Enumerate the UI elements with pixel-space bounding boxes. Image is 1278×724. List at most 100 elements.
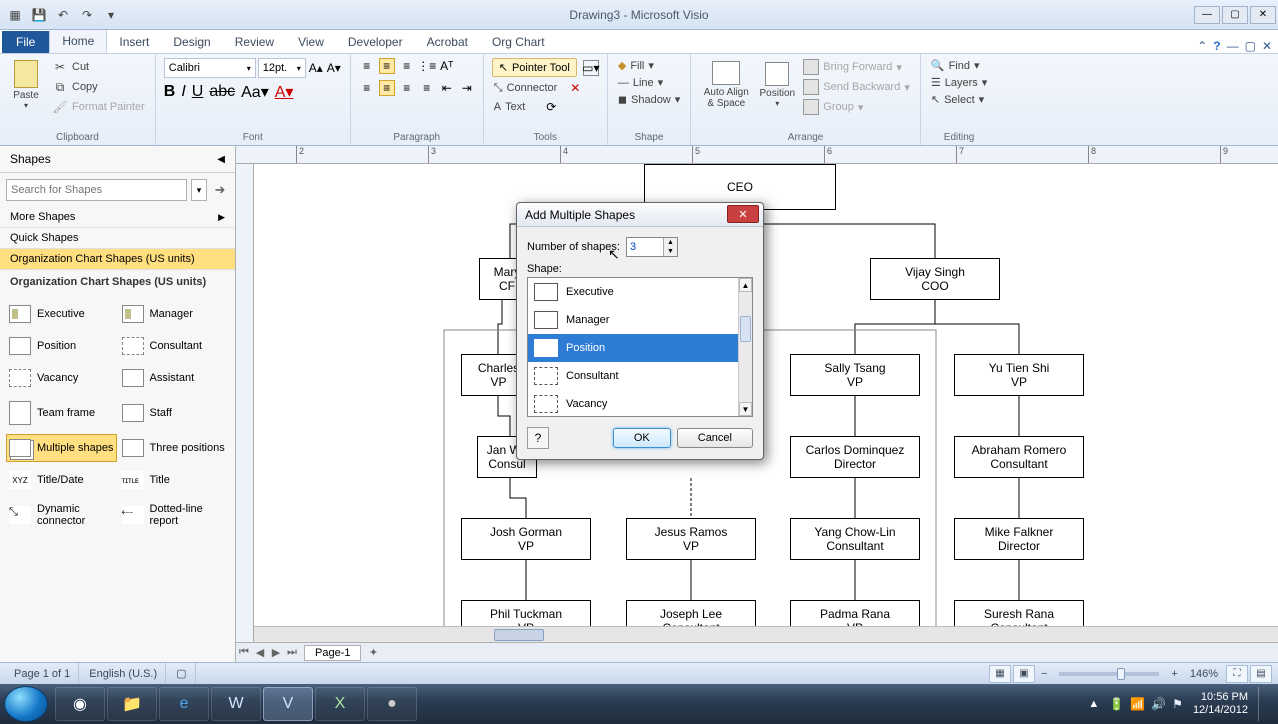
help-icon[interactable]: ? xyxy=(1213,39,1220,53)
file-tab[interactable]: File xyxy=(2,31,49,53)
minimize-button[interactable]: — xyxy=(1194,6,1220,24)
search-dropdown-icon[interactable]: ▾ xyxy=(191,179,207,201)
show-desktop-button[interactable] xyxy=(1258,687,1266,721)
text-tool-button[interactable]: AText xyxy=(492,100,528,114)
shape-option-manager[interactable]: Manager xyxy=(528,306,752,334)
task-explorer-icon[interactable]: 📁 xyxy=(107,687,157,721)
shape-position[interactable]: Position xyxy=(6,332,117,360)
page-tab-1[interactable]: Page-1 xyxy=(304,645,361,661)
align-middle-icon[interactable]: ≡ xyxy=(379,58,395,74)
tab-insert[interactable]: Insert xyxy=(107,31,161,53)
align-bottom-icon[interactable]: ≡ xyxy=(399,58,415,74)
rectangle-tool-icon[interactable]: ▭▾ xyxy=(583,60,599,76)
clock[interactable]: 10:56 PM 12/14/2012 xyxy=(1193,691,1248,717)
shape-option-executive[interactable]: Executive xyxy=(528,278,752,306)
number-of-shapes-spinner[interactable]: ▲▼ xyxy=(626,237,678,257)
shape-three-positions[interactable]: Three positions xyxy=(119,434,230,462)
new-page-icon[interactable]: ✦ xyxy=(365,646,381,659)
shape-vacancy[interactable]: Vacancy xyxy=(6,364,117,392)
tab-home[interactable]: Home xyxy=(49,29,107,53)
drawing-canvas[interactable]: CEO MaryCF Vijay SinghCOO CharlesVP Sall… xyxy=(254,164,1278,642)
format-painter-button[interactable]: 🖌Format Painter xyxy=(50,98,147,116)
save-icon[interactable]: 💾 xyxy=(28,4,50,26)
paste-button[interactable]: Paste ▾ xyxy=(8,58,44,112)
underline-button[interactable]: U xyxy=(192,83,204,101)
layers-button[interactable]: ☰Layers ▾ xyxy=(929,75,989,90)
shape-assistant[interactable]: Assistant xyxy=(119,364,230,392)
dialog-titlebar[interactable]: Add Multiple Shapes ✕ xyxy=(517,203,763,227)
pointer-tool-button[interactable]: ↖Pointer Tool xyxy=(492,58,577,77)
cancel-button[interactable]: Cancel xyxy=(677,428,753,448)
bring-forward-button[interactable]: Bring Forward ▾ xyxy=(801,58,912,76)
ribbon-collapse-icon[interactable]: ⌃ xyxy=(1197,39,1207,53)
org-box-yang[interactable]: Yang Chow-LinConsultant xyxy=(790,518,920,560)
battery-icon[interactable]: 🔋 xyxy=(1109,697,1124,711)
doc-restore-icon[interactable]: ▢ xyxy=(1245,39,1256,53)
status-macro-icon[interactable]: ▢ xyxy=(168,663,195,684)
close-button[interactable]: ✕ xyxy=(1250,6,1276,24)
shape-manager[interactable]: Manager xyxy=(119,300,230,328)
increase-font-icon[interactable]: A▴ xyxy=(308,60,324,76)
shape-multiple-shapes[interactable]: Multiple shapes xyxy=(6,434,117,462)
shape-listbox[interactable]: Executive Manager Position Consultant Va… xyxy=(527,277,753,417)
status-language[interactable]: English (U.S.) xyxy=(81,663,166,684)
align-justify-icon[interactable]: ≡ xyxy=(419,80,435,96)
tab-developer[interactable]: Developer xyxy=(336,31,415,53)
bold-button[interactable]: B xyxy=(164,83,176,101)
shape-title-date[interactable]: XYZTitle/Date xyxy=(6,466,117,494)
shape-staff[interactable]: Staff xyxy=(119,396,230,430)
zoom-out-icon[interactable]: − xyxy=(1037,668,1051,680)
italic-button[interactable]: I xyxy=(181,83,185,101)
spinner-down-icon[interactable]: ▼ xyxy=(664,247,677,256)
group-button[interactable]: Group ▾ xyxy=(801,98,912,116)
dialog-close-button[interactable]: ✕ xyxy=(727,205,759,223)
align-left-icon[interactable]: ≡ xyxy=(359,80,375,96)
tab-view[interactable]: View xyxy=(286,31,336,53)
tab-review[interactable]: Review xyxy=(223,31,286,53)
shape-option-position[interactable]: Position xyxy=(528,334,752,362)
shape-executive[interactable]: Executive xyxy=(6,300,117,328)
org-box-yutien[interactable]: Yu Tien ShiVP xyxy=(954,354,1084,396)
scroll-down-icon[interactable]: ▼ xyxy=(739,402,752,416)
quick-shapes-item[interactable]: Quick Shapes xyxy=(0,228,235,249)
task-chrome-icon[interactable]: ◉ xyxy=(55,687,105,721)
send-backward-button[interactable]: Send Backward ▾ xyxy=(801,78,912,96)
fill-button[interactable]: ◆Fill ▾ xyxy=(616,58,656,73)
zoom-value[interactable]: 146% xyxy=(1184,668,1224,680)
font-size-combo[interactable]: 12pt.▾ xyxy=(258,58,306,78)
search-shapes-input[interactable] xyxy=(6,179,187,201)
spinner-up-icon[interactable]: ▲ xyxy=(664,238,677,247)
shape-dynamic-connector[interactable]: ⤡Dynamic connector xyxy=(6,498,117,532)
view-fullscreen-icon[interactable]: ▣ xyxy=(1013,665,1035,683)
volume-icon[interactable]: 🔊 xyxy=(1151,697,1166,711)
task-ie-icon[interactable]: e xyxy=(159,687,209,721)
dialog-help-button[interactable]: ? xyxy=(527,427,549,449)
align-right-icon[interactable]: ≡ xyxy=(399,80,415,96)
doc-close-icon[interactable]: ✕ xyxy=(1262,39,1272,53)
undo-icon[interactable]: ↶ xyxy=(52,4,74,26)
shape-teamframe[interactable]: Team frame xyxy=(6,396,117,430)
start-button[interactable] xyxy=(4,686,48,722)
find-button[interactable]: 🔍Find ▾ xyxy=(929,58,982,73)
search-go-icon[interactable]: ➜ xyxy=(211,179,229,201)
align-center-icon[interactable]: ≡ xyxy=(379,80,395,96)
bullets-icon[interactable]: ⋮≡ xyxy=(419,58,435,74)
network-icon[interactable]: 📶 xyxy=(1130,697,1145,711)
align-top-icon[interactable]: ≡ xyxy=(359,58,375,74)
autoalign-button[interactable]: Auto Align & Space xyxy=(699,58,753,112)
org-box-abraham[interactable]: Abraham RomeroConsultant xyxy=(954,436,1084,478)
fit-page-icon[interactable]: ⛶ xyxy=(1226,665,1248,683)
listbox-scrollbar[interactable]: ▲ ▼ xyxy=(738,278,752,416)
decrease-indent-icon[interactable]: ⇤ xyxy=(439,80,455,96)
strike-button[interactable]: abc xyxy=(209,83,235,101)
rotate-tool-icon[interactable]: ⟳ xyxy=(543,99,559,115)
tab-orgchart[interactable]: Org Chart xyxy=(480,31,557,53)
shape-option-vacancy[interactable]: Vacancy xyxy=(528,390,752,418)
page-last-icon[interactable]: ⏭ xyxy=(284,646,300,659)
view-normal-icon[interactable]: ▦ xyxy=(989,665,1011,683)
increase-indent-icon[interactable]: ⇥ xyxy=(459,80,475,96)
task-word-icon[interactable]: W xyxy=(211,687,261,721)
zoom-in-icon[interactable]: + xyxy=(1167,668,1181,680)
horizontal-scrollbar[interactable] xyxy=(254,626,1278,642)
shape-dotted-report[interactable]: ⤎Dotted-line report xyxy=(119,498,230,532)
